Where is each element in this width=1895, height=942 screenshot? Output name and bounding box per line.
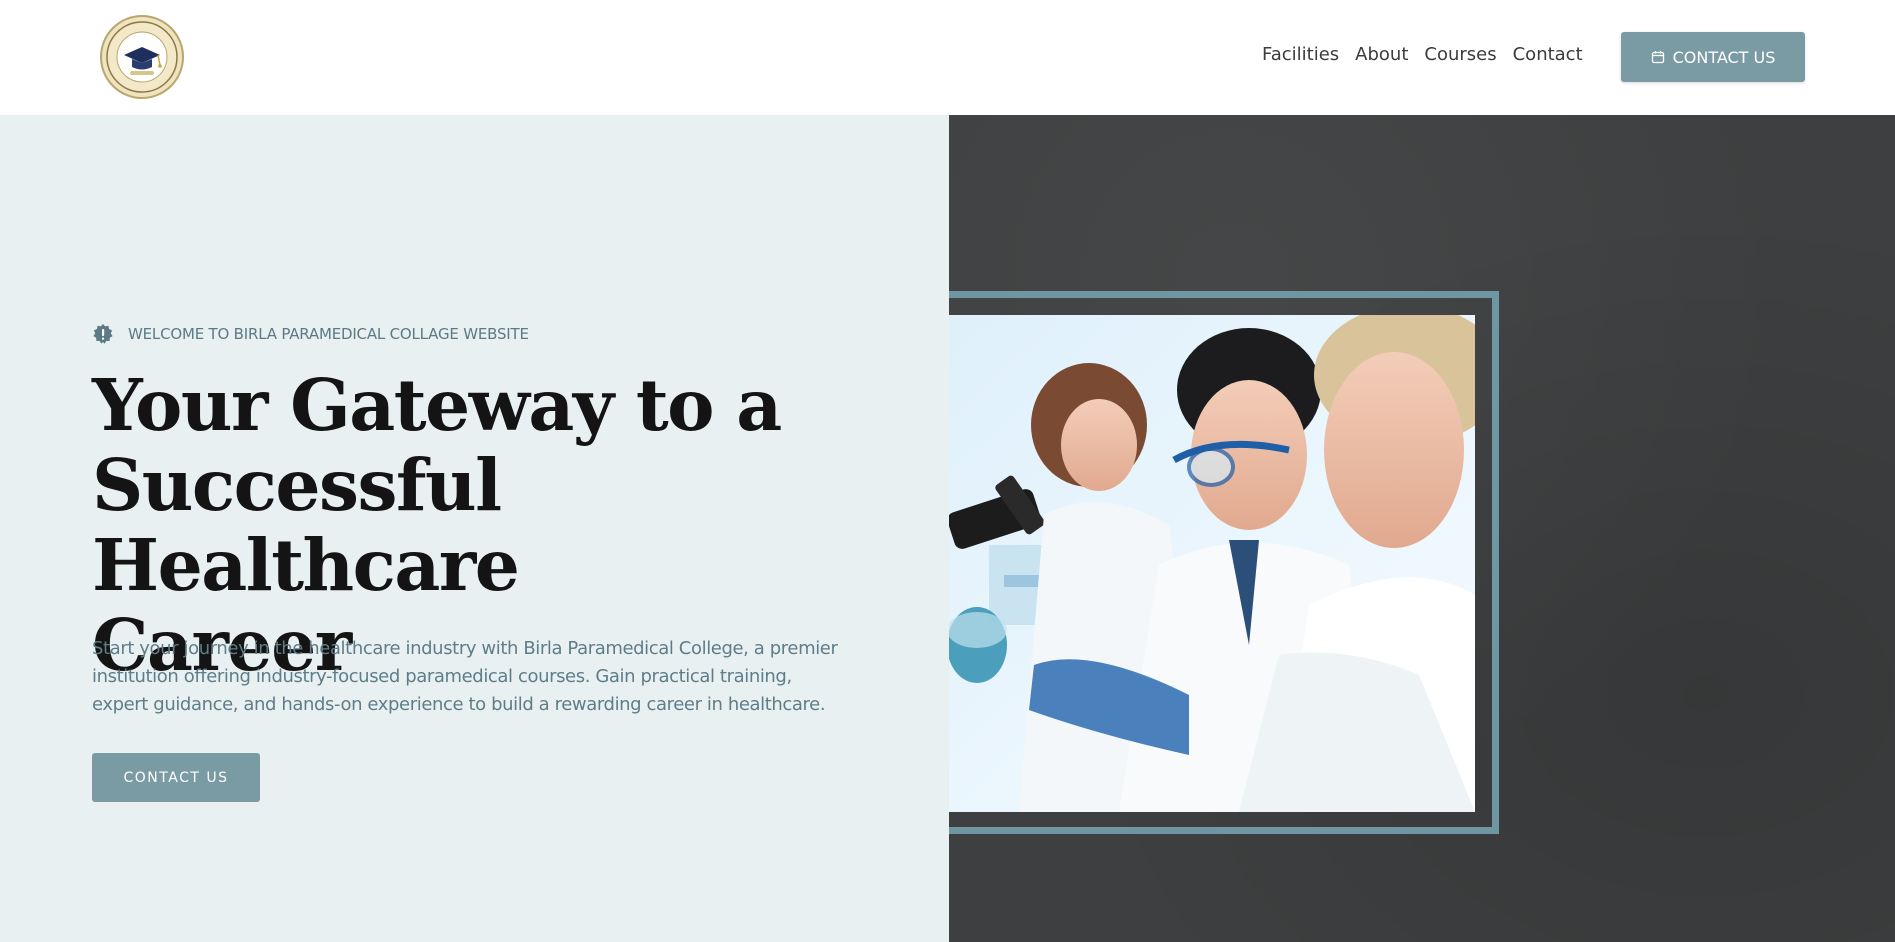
welcome-text: WELCOME TO BIRLA PARAMEDICAL COLLAGE WEB… [128,325,529,343]
hero-description: Start your journey in the healthcare ind… [92,638,838,715]
graduation-cap-icon [106,21,178,93]
calendar-icon [1651,51,1664,64]
hero-photo [949,315,1475,812]
welcome-tagline: WELCOME TO BIRLA PARAMEDICAL COLLAGE WEB… [92,323,529,345]
headline-line-2: Successful Healthcare [92,443,520,607]
header-contact-label: CONTACT US [1672,47,1776,67]
headline-line-1: Your Gateway to a [92,363,782,447]
lab-scientists-image [949,315,1475,812]
nav-link-about[interactable]: About [1355,44,1408,65]
college-logo[interactable] [100,15,184,99]
hero-text-panel: WELCOME TO BIRLA PARAMEDICAL COLLAGE WEB… [0,115,949,942]
alert-badge-icon [93,324,113,344]
nav-link-contact[interactable]: Contact [1513,44,1583,65]
site-header: Facilities About Courses Contact CONTACT… [0,0,1895,115]
hero-contact-button[interactable]: CONTACT US [92,753,260,802]
main-nav: Facilities About Courses Contact [1262,44,1583,65]
nav-link-facilities[interactable]: Facilities [1262,44,1339,65]
nav-link-courses[interactable]: Courses [1424,44,1496,65]
header-contact-button[interactable]: CONTACT US [1621,32,1805,82]
hero-image-panel [949,115,1895,942]
